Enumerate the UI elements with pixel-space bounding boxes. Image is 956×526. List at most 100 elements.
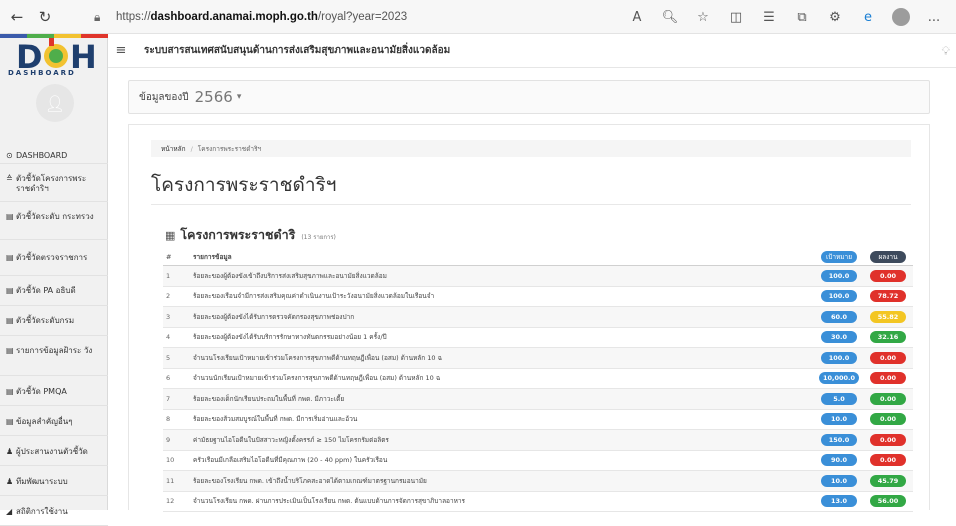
table-row[interactable]: 8 ร้อยละของส้วมสมบูรณ์ในพื้นที่ กพด. มีกา… (163, 410, 913, 430)
year-filter: ข้อมูลของปี 2566 ▾ (128, 80, 930, 114)
sidebar-item-coordinators[interactable]: ♟ ผู้ประสานงานตัวชี้วัด (0, 436, 108, 466)
target-badge: 100.0 (821, 351, 857, 364)
row-number: 6 (166, 374, 171, 383)
result-badge: 0.00 (870, 392, 906, 405)
row-indicator-name[interactable]: จำนวนโรงเรียนเป้าหมายเข้าร่วมโครงการสุขภ… (193, 353, 815, 363)
sidebar: D H DASHBOARD 👤︎ ⊙ DASHBOARD ≙ ตัวชี้วัด… (0, 34, 108, 526)
reload-icon[interactable]: ↻ (34, 6, 56, 28)
sidebar-item-label: ตัวชี้วัดระดับกรม (16, 316, 75, 325)
table-icon: ▤ (6, 253, 14, 262)
result-badge: 0.00 (870, 372, 906, 385)
row-number: 5 (166, 353, 171, 362)
edge-icon[interactable]: e (856, 6, 880, 28)
table-row[interactable]: 12 จำนวนโรงเรียน กพด. ผ่านการประเมินเป็นโ… (163, 492, 913, 512)
table-row[interactable]: 5 จำนวนโรงเรียนเป้าหมายเข้าร่วมโครงการสุข… (163, 348, 913, 369)
favorites-list-icon[interactable]: ☰ (757, 6, 781, 28)
collections-icon[interactable]: ⧉ (790, 6, 814, 28)
row-number: 11 (166, 476, 175, 485)
table-row[interactable]: 6 จำนวนนักเรียนเป้าหมายเข้าร่วมโครงการสุข… (163, 369, 913, 389)
extensions-icon[interactable]: ⚙ (823, 6, 847, 28)
user-avatar[interactable]: 👤︎ (36, 84, 74, 122)
address-bar[interactable]: 🔒︎ https://dashboard.anamai.moph.go.th/r… (94, 6, 564, 28)
row-number: 7 (166, 394, 171, 403)
result-badge: 0.00 (870, 454, 906, 467)
result-badge: 0.00 (870, 433, 906, 446)
row-indicator-name[interactable]: ร้อยละของเด็กนักเรียนประถมในพื้นที่ กพด.… (193, 394, 815, 404)
url-host: dashboard.anamai.moph.go.th (150, 11, 318, 23)
table-row[interactable]: 2 ร้อยละของเรือนจำมีการส่งเสริมคุณค่าดำเน… (163, 287, 913, 307)
row-indicator-name[interactable]: จำนวนโรงเรียน กพด. ผ่านการประเมินเป็นโรง… (193, 496, 815, 506)
sidebar-item-pa-kpi[interactable]: ▤ ตัวชี้วัด PA อธิบดี (0, 276, 108, 306)
table-row[interactable]: 11 ร้อยละของโรงเรียน กพด. เข้าถึงน้ำบริโภ… (163, 471, 913, 492)
breadcrumb-current: โครงการพระราชดำริฯ (197, 144, 262, 153)
zoom-icon[interactable]: 🔍︎ (658, 6, 682, 28)
row-indicator-name[interactable]: ครัวเรือนมีเกลือเสริมไอโอดีนที่มีคุณภาพ … (193, 455, 815, 465)
row-indicator-name[interactable]: ร้อยละของส้วมสมบูรณ์ในพื้นที่ กพด. มีการ… (193, 414, 815, 424)
table-row[interactable]: 3 ร้อยละของผู้ต้องขังได้รับการตรวจคัดกรอง… (163, 307, 913, 328)
row-indicator-name[interactable]: ร้อยละของเรือนจำมีการส่งเสริมคุณค่าดำเนิ… (193, 291, 815, 301)
result-badge: 0.00 (870, 269, 906, 282)
target-badge: 100.0 (821, 269, 857, 282)
sidebar-item-royal-projects[interactable]: ≙ ตัวชี้วัดโครงการพระ ราชดำริฯ (0, 164, 108, 202)
row-indicator-name[interactable]: ค่ามัธยฐานไอโอดีนในปัสสาวะหญิงตั้งครรภ์ … (193, 435, 815, 445)
result-badge: 78.72 (870, 290, 906, 303)
table-row[interactable]: 7 ร้อยละของเด็กนักเรียนประถมในพื้นที่ กพด… (163, 389, 913, 410)
result-badge: 55.82 (870, 310, 906, 323)
sidebar-item-statistics[interactable]: ◢ สถิติการใช้งาน (0, 496, 108, 526)
url-scheme: https:// (116, 11, 151, 23)
sidebar-item-dashboard[interactable]: ⊙ DASHBOARD (0, 144, 108, 164)
back-arrow-icon[interactable]: ← (6, 6, 28, 28)
sidebar-item-inspection-kpi[interactable]: ▤ ตัวชี้วัดตรวจราชการ (0, 240, 108, 276)
more-menu-icon[interactable]: ... (922, 6, 946, 28)
sidebar-item-other-data[interactable]: ▤ ข้อมูลสำคัญอื่นๆ (0, 406, 108, 436)
logo-text: DASHBOARD (8, 69, 76, 77)
sidebar-item-pmqa[interactable]: ▤ ตัวชี้วัด PMQA (0, 376, 108, 406)
lock-icon[interactable]: 🔒︎ (94, 10, 110, 25)
year-value: 2566 (194, 88, 233, 106)
sidebar-item-dev-team[interactable]: ♟ ทีมพัฒนาระบบ (0, 466, 108, 496)
dashboard-icon: ⊙ (6, 151, 13, 160)
sidebar-item-label: ข้อมูลสำคัญอื่นๆ (16, 417, 73, 426)
breadcrumb-home[interactable]: หน้าหลัก (161, 144, 186, 154)
sidebar-item-label: รายการข้อมูลฝ้าระ วัง (16, 346, 93, 355)
table-icon: ▤ (6, 346, 14, 355)
target-badge: 150.0 (821, 433, 857, 446)
col-header-target: เป้าหมาย (821, 251, 857, 263)
content-panel: หน้าหลัก / โครงการพระราชดำริฯ โครงการพระ… (128, 124, 930, 512)
row-indicator-name[interactable]: ร้อยละของผู้ต้องขังเข้าถึงบริการส่งเสริม… (193, 271, 815, 281)
favorite-star-icon[interactable]: ☆ (691, 6, 715, 28)
year-select[interactable]: 2566 ▾ (195, 88, 242, 106)
row-number: 9 (166, 435, 171, 444)
result-badge: 32.16 (870, 331, 906, 344)
lightbulb-icon[interactable]: 💡︎ (942, 44, 950, 59)
sidebar-item-ministry-kpi[interactable]: ▤ ตัวชี้วัดระดับ กระทรวง (0, 202, 108, 240)
app-title: ระบบสารสนเทศสนับสนุนด้านการส่งเสริมสุขภา… (144, 45, 451, 56)
read-aloud-icon[interactable]: A (625, 6, 649, 28)
table-row[interactable]: 1 ร้อยละของผู้ต้องขังเข้าถึงบริการส่งเสริ… (163, 266, 913, 287)
profile-avatar[interactable] (889, 6, 913, 28)
row-indicator-name[interactable]: ร้อยละของผู้ต้องขังได้รับบริการรักษาทางท… (193, 332, 815, 342)
row-number: 10 (166, 456, 175, 465)
divider (151, 204, 911, 205)
sidebar-item-label: ตัวชี้วัดตรวจราชการ (16, 253, 88, 262)
table-row[interactable]: 9 ค่ามัธยฐานไอโอดีนในปัสสาวะหญิงตั้งครรภ์… (163, 430, 913, 451)
sidebar-item-surveillance[interactable]: ▤ รายการข้อมูลฝ้าระ วัง (0, 336, 108, 376)
hamburger-menu-icon[interactable]: ≡ (108, 43, 134, 58)
user-icon: ♟ (6, 447, 14, 456)
url-path: /royal?year=2023 (317, 11, 408, 23)
table-row[interactable]: 4 ร้อยละของผู้ต้องขังได้รับบริการรักษาทาง… (163, 328, 913, 348)
target-badge: 60.0 (821, 310, 857, 323)
row-indicator-name[interactable]: จำนวนนักเรียนเป้าหมายเข้าร่วมโครงการสุขภ… (193, 373, 815, 383)
table-row[interactable]: 10 ครัวเรือนมีเกลือเสริมไอโอดีนที่มีคุณภา… (163, 451, 913, 471)
row-indicator-name[interactable]: ร้อยละของโรงเรียน กพด. เข้าถึงน้ำบริโภคส… (193, 476, 815, 486)
brand-color-strip (0, 34, 108, 38)
chevron-down-icon: ▾ (236, 92, 242, 102)
sidebar-item-department-kpi[interactable]: ▤ ตัวชี้วัดระดับกรม (0, 306, 108, 336)
row-indicator-name[interactable]: ร้อยละของผู้ต้องขังได้รับการตรวจคัดกรองส… (193, 312, 815, 322)
result-badge: 0.00 (870, 351, 906, 364)
sidebar-item-label: สถิติการใช้งาน (16, 507, 68, 516)
section-title: โครงการพระราชดำริ (180, 227, 296, 242)
sidebar-menu: ⊙ DASHBOARD ≙ ตัวชี้วัดโครงการพระ ราชดำร… (0, 144, 108, 526)
row-number: 12 (166, 497, 175, 506)
split-screen-icon[interactable]: ◫ (724, 6, 748, 28)
